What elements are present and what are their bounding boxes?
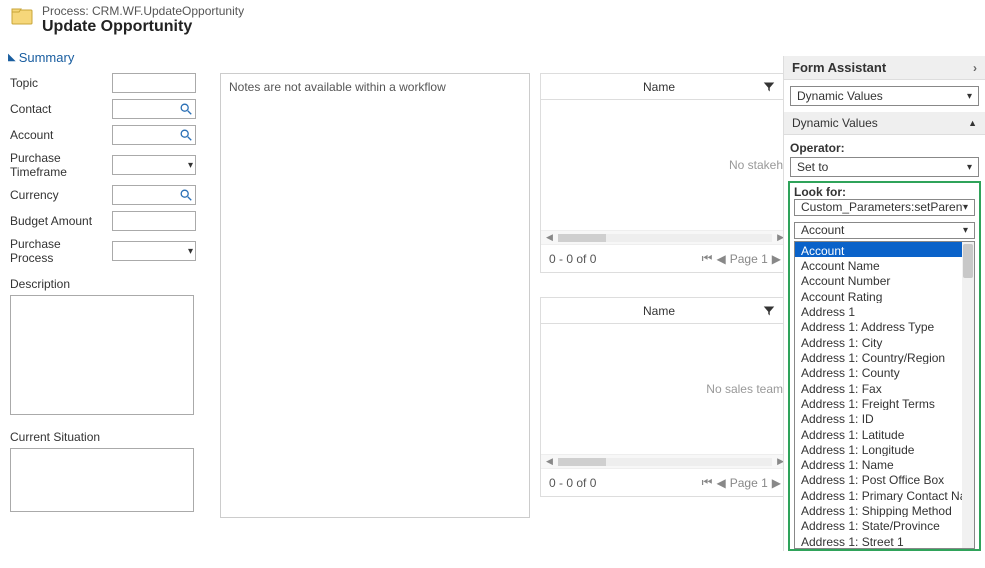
lookup-icon: [179, 188, 193, 202]
topic-label: Topic: [10, 76, 106, 90]
operator-select[interactable]: Set to ▾: [790, 157, 979, 177]
section-collapse-icon[interactable]: ▲: [968, 118, 977, 128]
dropdown-option[interactable]: Address 1: Post Office Box: [795, 471, 974, 486]
grid-empty-body: No stakeh: [541, 100, 789, 230]
chevron-down-icon: ▾: [963, 202, 968, 213]
notes-area: Notes are not available within a workflo…: [220, 73, 530, 518]
lookfor-entity-select[interactable]: Custom_Parameters:setParentAccou ▾: [794, 199, 975, 216]
grid-column-name[interactable]: Name: [569, 80, 749, 94]
contact-lookup[interactable]: [112, 99, 196, 119]
dropdown-option[interactable]: Address 1: County: [795, 364, 974, 379]
pager-page-label: Page 1: [730, 252, 768, 266]
dropdown-option[interactable]: Address 1: Freight Terms: [795, 395, 974, 410]
budget-amount-input[interactable]: [112, 211, 196, 231]
dropdown-option[interactable]: Address 1: ID: [795, 410, 974, 425]
summary-label: Summary: [19, 50, 75, 65]
notes-unavailable-text: Notes are not available within a workflo…: [229, 80, 446, 94]
chevron-down-icon: ▾: [967, 91, 972, 102]
pager-page-label: Page 1: [730, 476, 768, 490]
dropdown-option[interactable]: Address 1: State/Province: [795, 517, 974, 532]
current-situation-label: Current Situation: [10, 430, 210, 444]
contact-label: Contact: [10, 102, 106, 116]
purchase-process-select[interactable]: [112, 241, 196, 261]
dropdown-option[interactable]: Address 1: Street 1: [795, 533, 974, 548]
dropdown-option[interactable]: Account: [795, 242, 974, 257]
budget-amount-label: Budget Amount: [10, 214, 106, 228]
sales-team-grid: Name No sales team ◀ ▶ 0 - 0 of 0 ⏮ ◀ Pa…: [540, 297, 790, 497]
pager-next-icon[interactable]: ▶: [772, 252, 781, 266]
currency-label: Currency: [10, 188, 106, 202]
filter-icon[interactable]: [763, 81, 775, 93]
form-assistant-panel: Form Assistant › Dynamic Values ▾ Dynami…: [783, 56, 985, 551]
dropdown-option[interactable]: Address 1: Address Type: [795, 318, 974, 333]
account-label: Account: [10, 128, 106, 142]
dynamic-values-section[interactable]: Dynamic Values: [792, 116, 878, 130]
filter-icon[interactable]: [763, 305, 775, 317]
topic-input[interactable]: [112, 73, 196, 93]
dropdown-option[interactable]: Address 1: Name: [795, 456, 974, 471]
grid-empty-body: No sales team: [541, 324, 789, 454]
dropdown-option[interactable]: Account Name: [795, 257, 974, 272]
dropdown-option[interactable]: Address 1: Longitude: [795, 441, 974, 456]
assistant-type-select[interactable]: Dynamic Values ▾: [790, 86, 979, 106]
dropdown-option[interactable]: Address 1: [795, 303, 974, 318]
grid-column-name[interactable]: Name: [569, 304, 749, 318]
lookfor-label: Look for:: [794, 185, 975, 199]
grid-record-count: 0 - 0 of 0: [549, 252, 596, 266]
purchase-timeframe-select[interactable]: [112, 155, 196, 175]
scroll-left-icon[interactable]: ◀: [543, 456, 556, 467]
operator-label: Operator:: [790, 141, 979, 155]
grid-record-count: 0 - 0 of 0: [549, 476, 596, 490]
pager-next-icon[interactable]: ▶: [772, 476, 781, 490]
process-path: Process: CRM.WF.UpdateOpportunity: [42, 4, 244, 18]
lookfor-field-select[interactable]: Account ▾: [794, 222, 975, 239]
current-situation-textarea[interactable]: [10, 448, 194, 512]
purchase-timeframe-label: Purchase Timeframe: [10, 151, 106, 179]
panel-collapse-icon[interactable]: ›: [973, 61, 977, 75]
pager-prev-icon[interactable]: ◀: [716, 252, 725, 266]
dropdown-option[interactable]: Address 1: Latitude: [795, 426, 974, 441]
pager-first-icon[interactable]: ⏮: [702, 251, 713, 266]
field-column: Topic Contact Account Purchase Timeframe…: [10, 69, 210, 515]
dropdown-option[interactable]: Address 1: Country/Region: [795, 349, 974, 364]
currency-lookup[interactable]: [112, 185, 196, 205]
chevron-down-icon: ▾: [967, 162, 972, 173]
dropdown-option[interactable]: Address 1: Primary Contact Name: [795, 487, 974, 502]
description-textarea[interactable]: [10, 295, 194, 415]
grid-hscroll[interactable]: ◀ ▶: [541, 454, 789, 468]
account-lookup[interactable]: [112, 125, 196, 145]
lookup-icon: [179, 102, 193, 116]
pager-prev-icon[interactable]: ◀: [716, 476, 725, 490]
grid-hscroll[interactable]: ◀ ▶: [541, 230, 789, 244]
dropdown-option[interactable]: Address 1: Shipping Method: [795, 502, 974, 517]
stakeholders-grid: Name No stakeh ◀ ▶ 0 - 0 of 0 ⏮ ◀ Page 1…: [540, 73, 790, 273]
dropdown-option[interactable]: Account Number: [795, 272, 974, 287]
dropdown-option[interactable]: Address 1: Fax: [795, 380, 974, 395]
folder-icon: [10, 4, 34, 28]
collapse-icon: ◣: [8, 52, 16, 63]
lookup-icon: [179, 128, 193, 142]
page-title: Update Opportunity: [42, 18, 244, 36]
grid-pager: ⏮ ◀ Page 1 ▶: [702, 251, 781, 266]
form-assistant-title: Form Assistant: [792, 60, 886, 75]
grid-pager: ⏮ ◀ Page 1 ▶: [702, 475, 781, 490]
pager-first-icon[interactable]: ⏮: [702, 475, 713, 490]
highlight-box: Look for: Custom_Parameters:setParentAcc…: [788, 181, 981, 551]
scroll-left-icon[interactable]: ◀: [543, 232, 556, 243]
dropdown-option[interactable]: Address 1: City: [795, 334, 974, 349]
chevron-down-icon: ▾: [963, 225, 968, 236]
purchase-process-label: Purchase Process: [10, 237, 106, 265]
dropdown-option[interactable]: Account Rating: [795, 288, 974, 303]
dropdown-scrollbar[interactable]: [962, 242, 974, 548]
field-dropdown-list[interactable]: AccountAccount NameAccount NumberAccount…: [794, 241, 975, 549]
description-label: Description: [10, 277, 210, 291]
